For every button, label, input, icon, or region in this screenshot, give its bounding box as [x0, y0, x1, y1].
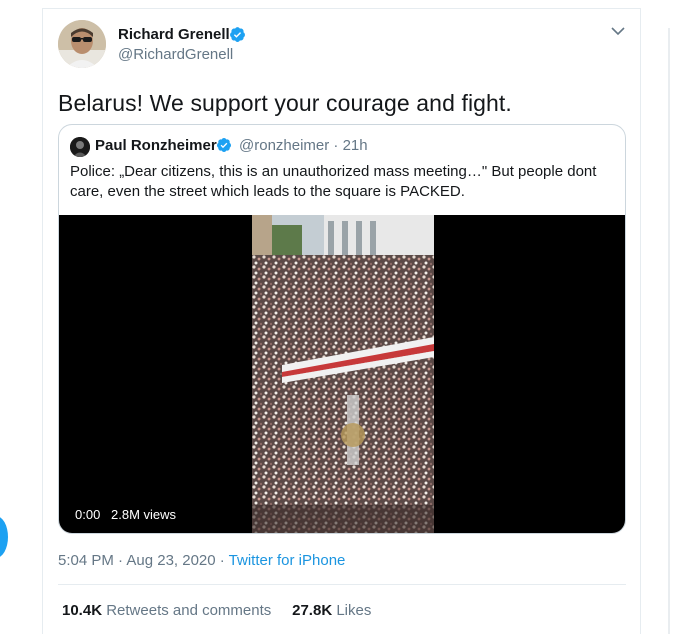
author-handle[interactable]: @RichardGrenell: [118, 46, 233, 63]
author-display-name[interactable]: Richard Grenell: [118, 26, 230, 43]
video-time: 0:00: [75, 507, 101, 522]
author-avatar[interactable]: [58, 20, 106, 68]
quoted-author-handle-time[interactable]: @ronzheimer · 21h: [239, 137, 368, 154]
video-frame: [252, 215, 434, 533]
likes-label: Likes: [336, 602, 372, 619]
scrollbar-track[interactable]: [668, 28, 670, 634]
tweet-metadata: 5:04 PM · Aug 23, 2020 · Twitter for iPh…: [58, 552, 345, 569]
verified-badge-icon: [230, 27, 245, 42]
tweet-timestamp[interactable]: 5:04 PM · Aug 23, 2020 ·: [58, 552, 229, 569]
retweets-stat[interactable]: 10.4K Retweets and comments: [62, 602, 271, 619]
quoted-author-avatar[interactable]: [70, 137, 90, 157]
retweets-label: Retweets and comments: [106, 602, 272, 619]
divider: [58, 584, 626, 585]
quoted-tweet[interactable]: Paul Ronzheimer @ronzheimer · 21h Police…: [58, 124, 626, 534]
tweet-source-link[interactable]: Twitter for iPhone: [229, 552, 346, 569]
likes-stat[interactable]: 27.8K Likes: [292, 602, 371, 619]
verified-badge-icon: [216, 138, 231, 152]
video-views: 2.8M views: [111, 507, 177, 522]
chevron-down-icon[interactable]: [610, 25, 626, 37]
quoted-author-name[interactable]: Paul Ronzheimer: [95, 137, 217, 154]
tweet-stats: 10.4K Retweets and comments 27.8K Likes: [62, 602, 371, 619]
quoted-tweet-text: Police: „Dear citizens, this is an unaut…: [70, 163, 597, 200]
tweet-text: Belarus! We support your courage and fig…: [58, 90, 512, 116]
floating-action-button-edge[interactable]: [0, 516, 8, 558]
video-player[interactable]: 0:00 2.8M views: [59, 215, 625, 533]
likes-count: 27.8K: [292, 602, 333, 619]
retweets-count: 10.4K: [62, 602, 103, 619]
